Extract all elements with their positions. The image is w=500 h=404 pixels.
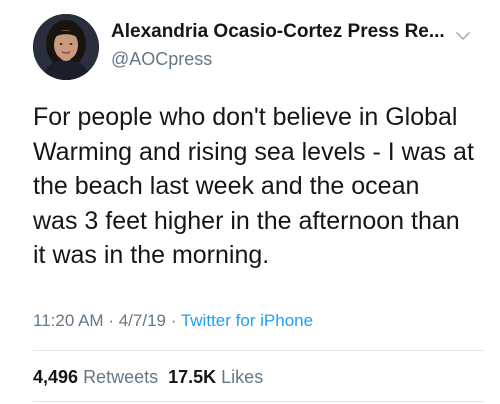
tweet-date[interactable]: 4/7/19 bbox=[119, 311, 166, 330]
retweets-stat[interactable]: 4,496 Retweets bbox=[33, 367, 158, 387]
meta-separator: · bbox=[108, 311, 114, 330]
avatar-photo bbox=[33, 14, 99, 80]
divider bbox=[33, 401, 484, 402]
tweet-text: For people who don't believe in Global W… bbox=[33, 103, 474, 269]
tweet-detail: Alexandria Ocasio-Cortez Press Re... @AO… bbox=[0, 0, 500, 404]
tweet-meta: 11:20 AM · 4/7/19 · Twitter for iPhone bbox=[33, 311, 313, 331]
likes-stat[interactable]: 17.5K Likes bbox=[168, 367, 263, 387]
tweet-time[interactable]: 11:20 AM bbox=[33, 311, 104, 330]
tweet-source-link[interactable]: Twitter for iPhone bbox=[181, 311, 313, 330]
meta-separator: · bbox=[170, 311, 177, 330]
retweets-label: Retweets bbox=[83, 367, 159, 387]
avatar[interactable] bbox=[33, 14, 99, 80]
user-handle[interactable]: @AOCpress bbox=[111, 49, 212, 70]
chevron-down-icon[interactable] bbox=[455, 30, 471, 42]
likes-count: 17.5K bbox=[168, 367, 217, 387]
tweet-stats: 4,496 Retweets 17.5K Likes bbox=[33, 367, 263, 388]
retweets-count: 4,496 bbox=[33, 367, 79, 387]
divider bbox=[33, 350, 484, 351]
display-name[interactable]: Alexandria Ocasio-Cortez Press Re... bbox=[111, 21, 456, 43]
likes-label: Likes bbox=[221, 367, 264, 387]
